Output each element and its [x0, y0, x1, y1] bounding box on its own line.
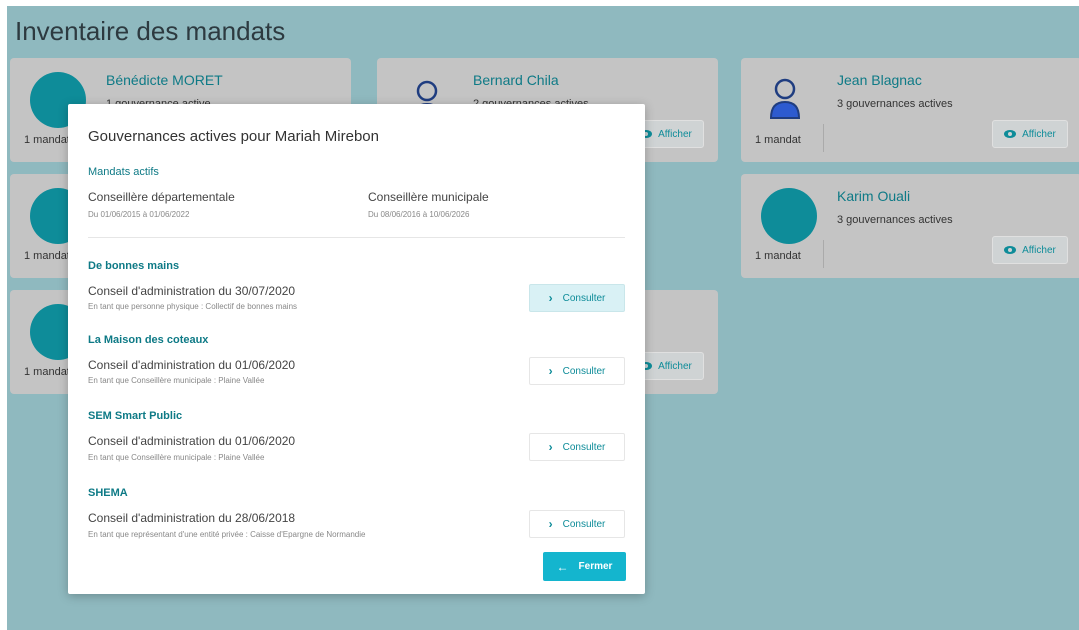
gov-subtitle: En tant que personne physique : Collecti… [88, 302, 298, 311]
chevron-right-icon: › [548, 364, 553, 378]
consulter-button[interactable]: › Consulter [529, 284, 625, 312]
gov-title: Conseil d'administration du 01/06/2020 [88, 434, 296, 448]
person-icon [769, 78, 801, 119]
fermer-button[interactable]: ← Fermer [543, 552, 626, 581]
gov-title: Conseil d'administration du 30/07/2020 [88, 284, 296, 298]
gov-count: 3 gouvernances actives [837, 98, 953, 110]
mandat-name: Conseillère départementale [88, 190, 235, 204]
eye-icon [1004, 246, 1017, 254]
person-name[interactable]: Bénédicte MORET [106, 72, 223, 88]
page-title: Inventaire des mandats [15, 16, 286, 46]
afficher-button[interactable]: Afficher [992, 120, 1068, 148]
person-card[interactable]: Karim Ouali 3 gouvernances actives 1 man… [741, 174, 1079, 278]
person-name[interactable]: Karim Ouali [837, 188, 910, 204]
eye-icon [1004, 130, 1017, 138]
mandat-count: 1 mandat [755, 250, 801, 262]
mandat-dates: Du 01/06/2015 à 01/06/2022 [88, 210, 190, 219]
org-name: SHEMA [88, 487, 128, 499]
org-name: La Maison des coteaux [88, 334, 209, 346]
gov-subtitle: En tant que Conseillère municipale : Pla… [88, 453, 265, 462]
avatar [761, 188, 817, 244]
gouvernances-modal: Gouvernances actives pour Mariah Mirebon… [68, 104, 645, 594]
gov-subtitle: En tant que représentant d'une entité pr… [88, 530, 366, 539]
gov-title: Conseil d'administration du 01/06/2020 [88, 358, 296, 372]
divider [823, 240, 824, 268]
chevron-right-icon: › [548, 440, 553, 454]
mandat-count: 1 mandat [24, 134, 70, 146]
mandat-count: 1 mandat [24, 366, 70, 378]
gov-title: Conseil d'administration du 28/06/2018 [88, 511, 296, 525]
chevron-right-icon: › [548, 517, 553, 531]
person-name[interactable]: Jean Blagnac [837, 72, 922, 88]
arrow-left-icon: ← [556, 559, 569, 574]
org-name: SEM Smart Public [88, 410, 183, 422]
chevron-right-icon: › [548, 291, 553, 305]
divider [823, 124, 824, 152]
person-card[interactable]: Jean Blagnac 3 gouvernances actives 1 ma… [741, 58, 1079, 162]
consulter-button[interactable]: › Consulter [529, 510, 625, 538]
mandat-count: 1 mandat [755, 134, 801, 146]
gov-count: 3 gouvernances actives [837, 214, 953, 226]
mandat-count: 1 mandat [24, 250, 70, 262]
consulter-button[interactable]: › Consulter [529, 433, 625, 461]
mandat-dates: Du 08/06/2016 à 10/06/2026 [368, 210, 470, 219]
afficher-button[interactable]: Afficher [992, 236, 1068, 264]
gov-subtitle: En tant que Conseillère municipale : Pla… [88, 376, 265, 385]
modal-title: Gouvernances actives pour Mariah Mirebon [88, 128, 379, 145]
divider [88, 237, 625, 238]
consulter-button[interactable]: › Consulter [529, 357, 625, 385]
person-name[interactable]: Bernard Chila [473, 72, 559, 88]
org-name: De bonnes mains [88, 260, 180, 272]
mandat-name: Conseillère municipale [368, 190, 489, 204]
mandats-actifs-label: Mandats actifs [88, 166, 159, 178]
